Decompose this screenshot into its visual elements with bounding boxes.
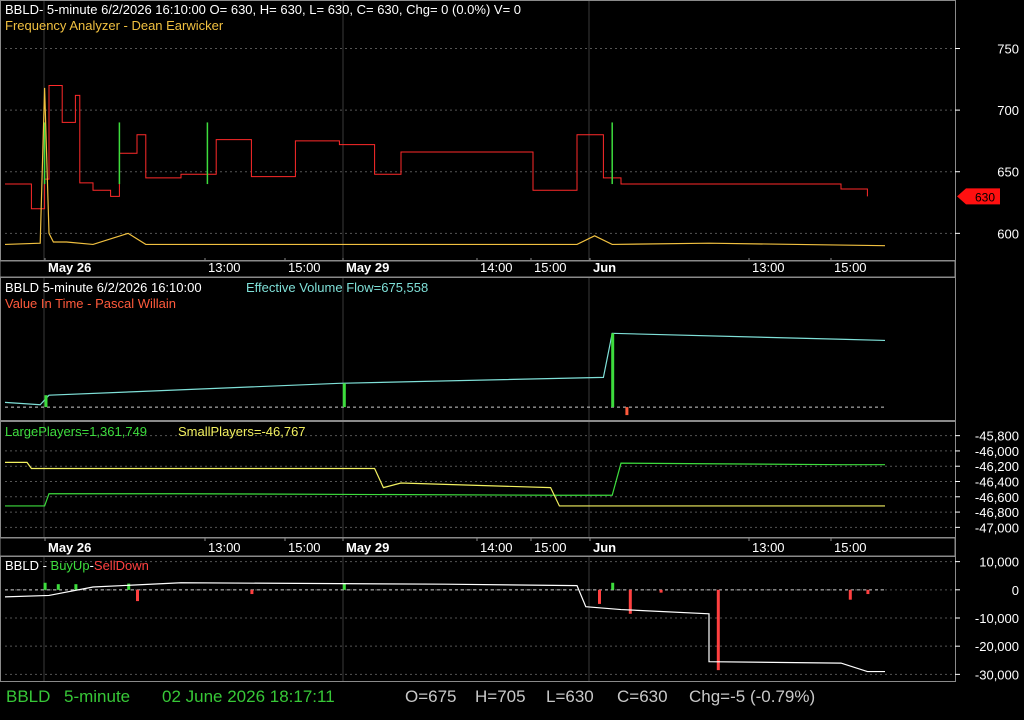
price-label-4-3: -20,000 bbox=[975, 639, 1019, 654]
selldown-bar-1 bbox=[250, 589, 254, 595]
time-tick-label-1-7: 13:00 bbox=[752, 540, 785, 555]
time-tick-label-0-2: 15:00 bbox=[288, 260, 321, 275]
price-label-3-1: -46,000 bbox=[975, 444, 1019, 459]
small-players-label: SmallPlayers=-46,767 bbox=[178, 424, 306, 439]
time-tick-label-0-6: Jun bbox=[593, 260, 616, 275]
panel2-symbol: BBLD 5-minute 6/2/2026 16:10:00 bbox=[5, 280, 202, 295]
price-label-1-3: 600 bbox=[997, 226, 1019, 241]
time-tick-label-0-1: 13:00 bbox=[208, 260, 241, 275]
panel2-flow-value: Effective Volume Flow=675,558 bbox=[246, 280, 429, 295]
buyup-bar-0 bbox=[43, 582, 47, 590]
time-tick-label-1-0: May 26 bbox=[48, 540, 91, 555]
price-label-1-2: 650 bbox=[997, 165, 1019, 180]
price-label-3-4: -46,600 bbox=[975, 490, 1019, 505]
small-players-series bbox=[5, 461, 885, 507]
status-high: H=705 bbox=[475, 687, 526, 706]
time-tick-label-1-2: 15:00 bbox=[288, 540, 321, 555]
panel4-symbol: BBLD - bbox=[5, 558, 47, 573]
time-tick-label-0-0: May 26 bbox=[48, 260, 91, 275]
buyup-bar-5 bbox=[611, 582, 615, 590]
time-tick-label-1-3: May 29 bbox=[346, 540, 389, 555]
panel1-indicator-name: Frequency Analyzer - Dean Earwicker bbox=[5, 18, 224, 33]
panel-border-1 bbox=[0, 0, 956, 261]
price-label-3-3: -46,400 bbox=[975, 475, 1019, 490]
buyup-bar-3 bbox=[127, 583, 131, 590]
status-interval: 5-minute bbox=[64, 687, 131, 706]
status-change: Chg=-5 (-0.79%) bbox=[689, 687, 816, 706]
price-label-3-2: -46,200 bbox=[975, 459, 1019, 474]
selldown-bar-7 bbox=[866, 589, 870, 595]
time-axis-band-1 bbox=[0, 260, 956, 278]
panel2-indicator-name: Value In Time - Pascal Willain bbox=[5, 296, 176, 311]
large-players-label: LargePlayers=1,361,749 bbox=[5, 424, 148, 439]
status-symbol: BBLD bbox=[6, 687, 51, 706]
time-tick-label-1-8: 15:00 bbox=[834, 540, 867, 555]
selldown-bar-5 bbox=[716, 589, 720, 671]
selldown-bar-2 bbox=[598, 589, 601, 604]
time-tick-label-0-3: May 29 bbox=[346, 260, 389, 275]
effective-volume-flow-series bbox=[4, 332, 886, 406]
price-label-1-0: 750 bbox=[997, 41, 1019, 56]
price-label-3-0: -45,800 bbox=[975, 429, 1019, 444]
price-label-4-0: 10,000 bbox=[979, 555, 1019, 570]
time-tick-label-0-8: 15:00 bbox=[834, 260, 867, 275]
value-in-time-neg-bar bbox=[625, 407, 629, 416]
value-in-time-bar-1 bbox=[342, 383, 346, 408]
buyup-bar-2 bbox=[74, 584, 78, 590]
price-label-4-4: -30,000 bbox=[975, 667, 1019, 682]
value-in-time-bar-2 bbox=[611, 333, 615, 408]
panel4-title: BBLD - BuyUp-SellDown bbox=[5, 558, 149, 573]
price-label-1-1: 700 bbox=[997, 103, 1019, 118]
status-close: C=630 bbox=[617, 687, 668, 706]
price-label-4-2: -10,000 bbox=[975, 611, 1019, 626]
price-tag-label: 630 bbox=[975, 190, 995, 204]
time-tick-label-1-6: Jun bbox=[593, 540, 616, 555]
time-tick-label-0-5: 15:00 bbox=[534, 260, 567, 275]
price-label-3-5: -46,800 bbox=[975, 505, 1019, 520]
price-label-4-1: 0 bbox=[1012, 583, 1019, 598]
status-open: O=675 bbox=[405, 687, 457, 706]
selldown-bar-4 bbox=[659, 589, 663, 593]
status-low: L=630 bbox=[546, 687, 594, 706]
time-tick-label-1-5: 15:00 bbox=[534, 540, 567, 555]
chart-canvas: May 26 13:00 15:00 May 29 14:00 15:00 Jun 13:00… bbox=[0, 0, 1019, 682]
frequency-yellow-series bbox=[4, 87, 886, 247]
price-label-3-6: -47,000 bbox=[975, 520, 1019, 535]
value-in-time-bar-0 bbox=[44, 395, 48, 408]
selldown-bar-0 bbox=[136, 589, 139, 602]
selldown-bar-6 bbox=[848, 589, 852, 600]
time-tick-label-1-4: 14:00 bbox=[480, 540, 513, 555]
panel1-title: BBLD- 5-minute 6/2/2026 16:10:00 O= 630,… bbox=[5, 2, 522, 17]
time-tick-label-0-7: 13:00 bbox=[752, 260, 785, 275]
time-tick-label-0-4: 14:00 bbox=[480, 260, 513, 275]
time-tick-label-1-1: 13:00 bbox=[208, 540, 241, 555]
status-datetime: 02 June 2026 18:17:11 bbox=[162, 687, 335, 706]
frequency-red-series bbox=[5, 84, 868, 210]
selldown-label: SellDown bbox=[93, 558, 149, 573]
buyup-label: BuyUp bbox=[50, 558, 90, 573]
status-bar: BBLD 5-minute 02 June 2026 18:17:11 O=67… bbox=[0, 682, 1024, 720]
buyup-bar-1 bbox=[56, 584, 60, 590]
